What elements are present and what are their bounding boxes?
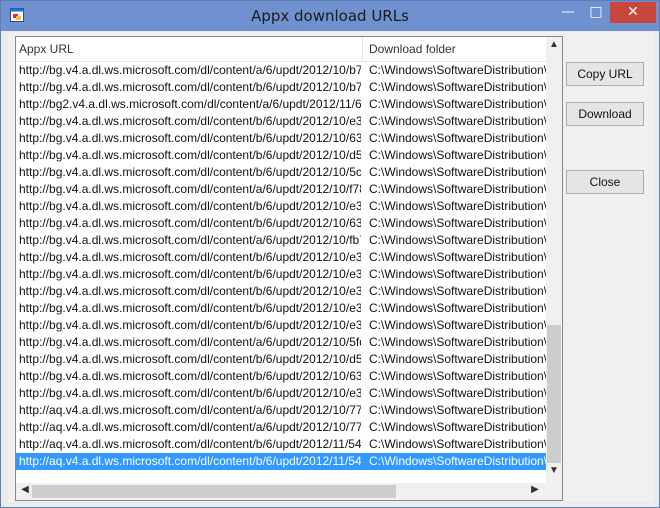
vertical-scrollbar[interactable]: ▲ ▼ [546, 37, 562, 483]
list-item[interactable]: http://bg2.v4.a.dl.ws.microsoft.com/dl/c… [16, 96, 546, 113]
appx-url-cell: http://bg.v4.a.dl.ws.microsoft.com/dl/co… [19, 182, 361, 196]
appx-url-cell: http://bg.v4.a.dl.ws.microsoft.com/dl/co… [19, 199, 361, 213]
list-item[interactable]: http://bg.v4.a.dl.ws.microsoft.com/dl/co… [16, 334, 546, 351]
download-folder-cell: C:\Windows\SoftwareDistribution\D [369, 97, 546, 111]
download-folder-cell: C:\Windows\SoftwareDistribution\D [369, 369, 546, 383]
close-button[interactable]: Close [566, 170, 644, 194]
appx-url-cell: http://bg.v4.a.dl.ws.microsoft.com/dl/co… [19, 216, 361, 230]
list-item[interactable]: http://bg.v4.a.dl.ws.microsoft.com/dl/co… [16, 113, 546, 130]
download-folder-cell: C:\Windows\SoftwareDistribution\D [369, 352, 546, 366]
list-item[interactable]: http://bg.v4.a.dl.ws.microsoft.com/dl/co… [16, 181, 546, 198]
download-folder-cell: C:\Windows\SoftwareDistribution\D [369, 301, 546, 315]
close-window-button[interactable]: ✕ [610, 2, 656, 23]
appx-url-cell: http://bg.v4.a.dl.ws.microsoft.com/dl/co… [19, 335, 361, 349]
appx-url-cell: http://bg.v4.a.dl.ws.microsoft.com/dl/co… [19, 165, 361, 179]
appx-url-cell: http://bg.v4.a.dl.ws.microsoft.com/dl/co… [19, 284, 361, 298]
list-item[interactable]: http://aq.v4.a.dl.ws.microsoft.com/dl/co… [16, 402, 546, 419]
list-item[interactable]: http://bg.v4.a.dl.ws.microsoft.com/dl/co… [16, 79, 546, 96]
list-item[interactable]: http://bg.v4.a.dl.ws.microsoft.com/dl/co… [16, 147, 546, 164]
download-folder-cell: C:\Windows\SoftwareDistribution\D [369, 250, 546, 264]
appx-url-cell: http://bg.v4.a.dl.ws.microsoft.com/dl/co… [19, 250, 361, 264]
horizontal-scroll-thumb[interactable] [32, 485, 396, 498]
download-folder-cell: C:\Windows\SoftwareDistribution\D [369, 454, 546, 468]
copy-url-button[interactable]: Copy URL [566, 62, 644, 86]
list-item[interactable]: http://bg.v4.a.dl.ws.microsoft.com/dl/co… [16, 368, 546, 385]
appx-url-cell: http://bg2.v4.a.dl.ws.microsoft.com/dl/c… [19, 97, 361, 111]
list-item[interactable]: http://bg.v4.a.dl.ws.microsoft.com/dl/co… [16, 351, 546, 368]
list-item[interactable]: http://bg.v4.a.dl.ws.microsoft.com/dl/co… [16, 283, 546, 300]
list-item[interactable]: http://bg.v4.a.dl.ws.microsoft.com/dl/co… [16, 164, 546, 181]
appx-url-cell: http://aq.v4.a.dl.ws.microsoft.com/dl/co… [19, 437, 361, 451]
column-separator[interactable] [362, 37, 363, 61]
download-folder-cell: C:\Windows\SoftwareDistribution\D [369, 437, 546, 451]
appx-url-cell: http://aq.v4.a.dl.ws.microsoft.com/dl/co… [19, 403, 361, 417]
appx-url-cell: http://bg.v4.a.dl.ws.microsoft.com/dl/co… [19, 80, 361, 94]
scroll-up-arrow-icon[interactable]: ▲ [546, 39, 562, 53]
title-bar: Appx download URLs — □ ✕ [1, 1, 659, 31]
list-item[interactable]: http://bg.v4.a.dl.ws.microsoft.com/dl/co… [16, 62, 546, 79]
list-item[interactable]: http://aq.v4.a.dl.ws.microsoft.com/dl/co… [16, 436, 546, 453]
list-item[interactable]: http://aq.v4.a.dl.ws.microsoft.com/dl/co… [16, 419, 546, 436]
horizontal-scrollbar[interactable]: ◀ ▶ [16, 483, 546, 500]
appx-url-cell: http://bg.v4.a.dl.ws.microsoft.com/dl/co… [19, 352, 361, 366]
download-folder-cell: C:\Windows\SoftwareDistribution\D [369, 216, 546, 230]
window-client-area: Appx URL Download folder http://bg.v4.a.… [8, 32, 654, 502]
download-folder-cell: C:\Windows\SoftwareDistribution\D [369, 80, 546, 94]
list-item[interactable]: http://bg.v4.a.dl.ws.microsoft.com/dl/co… [16, 266, 546, 283]
appx-url-cell: http://bg.v4.a.dl.ws.microsoft.com/dl/co… [19, 301, 361, 315]
download-folder-cell: C:\Windows\SoftwareDistribution\D [369, 165, 546, 179]
scroll-down-arrow-icon[interactable]: ▼ [546, 465, 562, 479]
list-item[interactable]: http://aq.v4.a.dl.ws.microsoft.com/dl/co… [16, 453, 546, 470]
download-folder-cell: C:\Windows\SoftwareDistribution\D [369, 403, 546, 417]
download-button[interactable]: Download [566, 102, 644, 126]
appx-url-cell: http://bg.v4.a.dl.ws.microsoft.com/dl/co… [19, 369, 361, 383]
vertical-scroll-thumb[interactable] [547, 325, 561, 463]
column-header-download-folder[interactable]: Download folder [369, 42, 456, 56]
download-folder-cell: C:\Windows\SoftwareDistribution\D [369, 182, 546, 196]
minimize-button[interactable]: — [554, 2, 582, 23]
download-folder-cell: C:\Windows\SoftwareDistribution\D [369, 420, 546, 434]
appx-url-cell: http://bg.v4.a.dl.ws.microsoft.com/dl/co… [19, 267, 361, 281]
scrollbar-corner [546, 483, 562, 500]
appx-url-cell: http://bg.v4.a.dl.ws.microsoft.com/dl/co… [19, 131, 361, 145]
list-rows: http://bg.v4.a.dl.ws.microsoft.com/dl/co… [16, 62, 546, 470]
appx-url-cell: http://bg.v4.a.dl.ws.microsoft.com/dl/co… [19, 318, 361, 332]
appx-url-cell: http://aq.v4.a.dl.ws.microsoft.com/dl/co… [19, 420, 361, 434]
download-folder-cell: C:\Windows\SoftwareDistribution\D [369, 318, 546, 332]
download-folder-cell: C:\Windows\SoftwareDistribution\D [369, 233, 546, 247]
appx-url-cell: http://bg.v4.a.dl.ws.microsoft.com/dl/co… [19, 148, 361, 162]
list-item[interactable]: http://bg.v4.a.dl.ws.microsoft.com/dl/co… [16, 215, 546, 232]
list-item[interactable]: http://bg.v4.a.dl.ws.microsoft.com/dl/co… [16, 300, 546, 317]
download-folder-cell: C:\Windows\SoftwareDistribution\D [369, 335, 546, 349]
list-item[interactable]: http://bg.v4.a.dl.ws.microsoft.com/dl/co… [16, 232, 546, 249]
download-folder-cell: C:\Windows\SoftwareDistribution\D [369, 114, 546, 128]
list-item[interactable]: http://bg.v4.a.dl.ws.microsoft.com/dl/co… [16, 198, 546, 215]
app-window: Appx download URLs — □ ✕ Appx URL Downlo… [0, 0, 660, 508]
download-folder-cell: C:\Windows\SoftwareDistribution\D [369, 63, 546, 77]
appx-url-cell: http://bg.v4.a.dl.ws.microsoft.com/dl/co… [19, 233, 361, 247]
list-item[interactable]: http://bg.v4.a.dl.ws.microsoft.com/dl/co… [16, 249, 546, 266]
list-item[interactable]: http://bg.v4.a.dl.ws.microsoft.com/dl/co… [16, 130, 546, 147]
download-folder-cell: C:\Windows\SoftwareDistribution\D [369, 284, 546, 298]
appx-url-cell: http://aq.v4.a.dl.ws.microsoft.com/dl/co… [19, 454, 361, 468]
list-item[interactable]: http://bg.v4.a.dl.ws.microsoft.com/dl/co… [16, 317, 546, 334]
scroll-left-arrow-icon[interactable]: ◀ [18, 484, 32, 499]
download-folder-cell: C:\Windows\SoftwareDistribution\D [369, 386, 546, 400]
scroll-right-arrow-icon[interactable]: ▶ [528, 484, 542, 499]
column-header-appx-url[interactable]: Appx URL [19, 42, 74, 56]
appx-url-cell: http://bg.v4.a.dl.ws.microsoft.com/dl/co… [19, 386, 361, 400]
download-folder-cell: C:\Windows\SoftwareDistribution\D [369, 148, 546, 162]
download-folder-cell: C:\Windows\SoftwareDistribution\D [369, 199, 546, 213]
appx-url-cell: http://bg.v4.a.dl.ws.microsoft.com/dl/co… [19, 114, 361, 128]
download-folder-cell: C:\Windows\SoftwareDistribution\D [369, 267, 546, 281]
download-folder-cell: C:\Windows\SoftwareDistribution\D [369, 131, 546, 145]
appx-url-listview[interactable]: Appx URL Download folder http://bg.v4.a.… [15, 36, 563, 501]
list-item[interactable]: http://bg.v4.a.dl.ws.microsoft.com/dl/co… [16, 385, 546, 402]
appx-url-cell: http://bg.v4.a.dl.ws.microsoft.com/dl/co… [19, 63, 361, 77]
maximize-button[interactable]: □ [582, 2, 610, 23]
list-header: Appx URL Download folder [16, 37, 546, 62]
